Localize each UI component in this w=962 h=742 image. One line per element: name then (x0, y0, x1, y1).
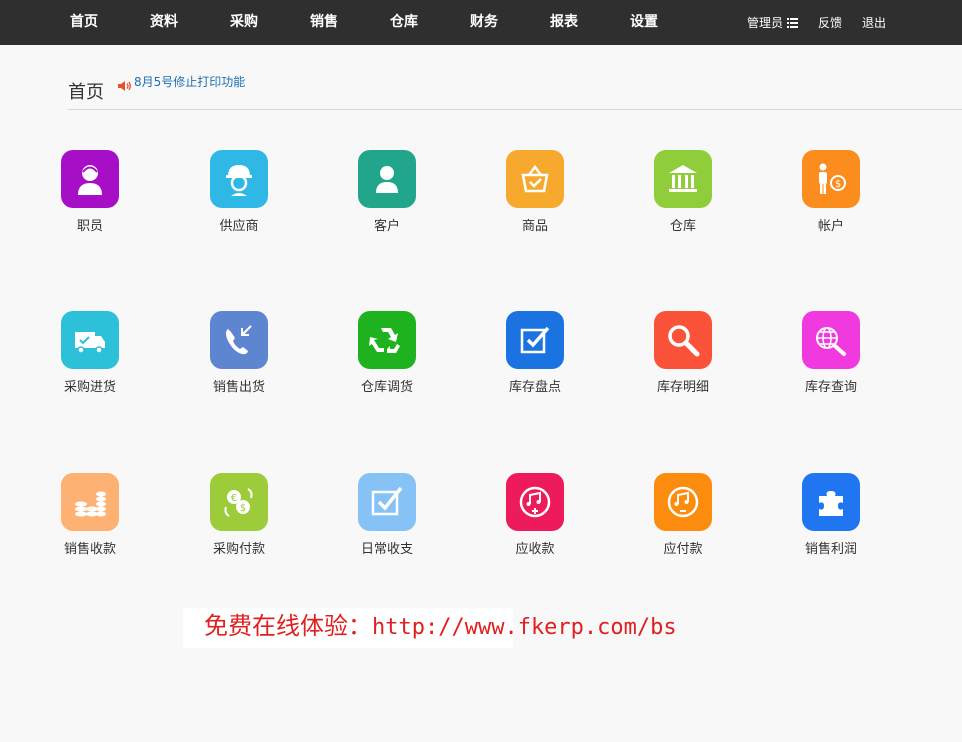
tile-label: 销售利润 (804, 542, 857, 557)
warehouse-icon (654, 150, 712, 208)
tile-customer[interactable]: 客户 (342, 150, 432, 245)
tile-daily-io[interactable]: 日常收支 (342, 473, 432, 568)
svg-text:$: $ (240, 503, 246, 514)
tile-sales-out[interactable]: 销售出货 (194, 311, 284, 406)
tile-label: 仓库调货 (360, 380, 413, 395)
tile-label: 应收款 (515, 542, 555, 557)
tile-label: 应付款 (663, 542, 703, 557)
tile-purchase-in[interactable]: 采购进货 (45, 311, 135, 406)
promo-url[interactable]: http://www.fkerp.com/bs (372, 615, 677, 640)
nav-settings[interactable]: 设置 (604, 0, 684, 45)
nav-purchase[interactable]: 采购 (204, 0, 284, 45)
purchase-payment-icon: € $ (210, 473, 268, 531)
tile-receivable[interactable]: 应收款 (490, 473, 580, 568)
nav-sales[interactable]: 销售 (284, 0, 364, 45)
stocktake-icon (506, 311, 564, 369)
receivable-icon (506, 473, 564, 531)
tile-label: 职员 (76, 219, 103, 234)
tile-label: 商品 (521, 219, 548, 234)
user-name: 管理员 (746, 16, 783, 30)
user-menu: 管理员 反馈 退出 (747, 0, 886, 45)
nav-reports[interactable]: 报表 (524, 0, 604, 45)
tile-purchase-payment[interactable]: € $ 采购付款 (194, 473, 284, 568)
account-icon: $ (802, 150, 860, 208)
list-menu-icon (786, 17, 798, 28)
page-title: 首页 (68, 82, 104, 103)
transfer-icon (358, 311, 416, 369)
purchase-in-icon (61, 311, 119, 369)
customer-icon (358, 150, 416, 208)
sales-profit-icon (802, 473, 860, 531)
tile-transfer[interactable]: 仓库调货 (342, 311, 432, 406)
stock-query-icon (802, 311, 860, 369)
speaker-icon (118, 81, 131, 91)
nav-finance[interactable]: 财务 (444, 0, 524, 45)
tile-stock-query[interactable]: 库存查询 (786, 311, 876, 406)
tile-label: 采购进货 (63, 380, 116, 395)
tile-account[interactable]: $ 帐户 (786, 150, 876, 245)
notice-text: 8月5号修止打印功能 (134, 74, 245, 94)
tile-sales-receipt[interactable]: 销售收款 (45, 473, 135, 568)
stock-detail-icon (654, 311, 712, 369)
promo-prefix: 免费在线体验： (204, 612, 372, 640)
tile-label: 帐户 (817, 219, 844, 234)
feedback-link[interactable]: 反馈 (818, 14, 842, 31)
goods-icon (506, 150, 564, 208)
top-navigation-bar: 首页 资料 采购 销售 仓库 财务 报表 设置 管理员 反馈 退出 (0, 0, 962, 45)
tile-supplier[interactable]: 供应商 (194, 150, 284, 245)
tile-warehouse[interactable]: 仓库 (638, 150, 728, 245)
promo-banner[interactable]: 免费在线体验：http://www.fkerp.com/bs (204, 606, 677, 641)
tile-goods[interactable]: 商品 (490, 150, 580, 245)
tile-label: 供应商 (219, 219, 259, 234)
svg-text:$: $ (835, 179, 841, 190)
tile-payable[interactable]: 应付款 (638, 473, 728, 568)
logout-link[interactable]: 退出 (862, 14, 886, 31)
tile-label: 库存明细 (656, 380, 709, 395)
notice-line: 8月5号修止打印功能 (134, 75, 246, 89)
tile-sales-profit[interactable]: 销售利润 (786, 473, 876, 568)
tile-staff[interactable]: 职员 (45, 150, 135, 245)
notice-ticker[interactable]: 8月5号修止打印功能 (116, 74, 245, 94)
nav-warehouse[interactable]: 仓库 (364, 0, 444, 45)
tile-label: 库存盘点 (508, 380, 561, 395)
payable-icon (654, 473, 712, 531)
main-menu: 首页 资料 采购 销售 仓库 财务 报表 设置 (44, 0, 684, 45)
sales-out-icon (210, 311, 268, 369)
tile-label: 销售收款 (63, 542, 116, 557)
user-dropdown[interactable]: 管理员 (747, 14, 798, 31)
sales-receipt-icon (61, 473, 119, 531)
nav-data[interactable]: 资料 (124, 0, 204, 45)
daily-io-icon (358, 473, 416, 531)
nav-home[interactable]: 首页 (44, 0, 124, 45)
tile-label: 采购付款 (212, 542, 265, 557)
tile-label: 销售出货 (212, 380, 265, 395)
tile-label: 库存查询 (804, 380, 857, 395)
tile-label: 仓库 (669, 219, 696, 234)
svg-text:€: € (231, 493, 237, 504)
tile-stock-detail[interactable]: 库存明细 (638, 311, 728, 406)
tile-label: 客户 (373, 219, 400, 234)
tile-stocktake[interactable]: 库存盘点 (490, 311, 580, 406)
supplier-icon (210, 150, 268, 208)
tile-label: 日常收支 (360, 542, 413, 557)
staff-icon (61, 150, 119, 208)
page-header: 首页 8月5号修止打印功能 (68, 68, 962, 110)
